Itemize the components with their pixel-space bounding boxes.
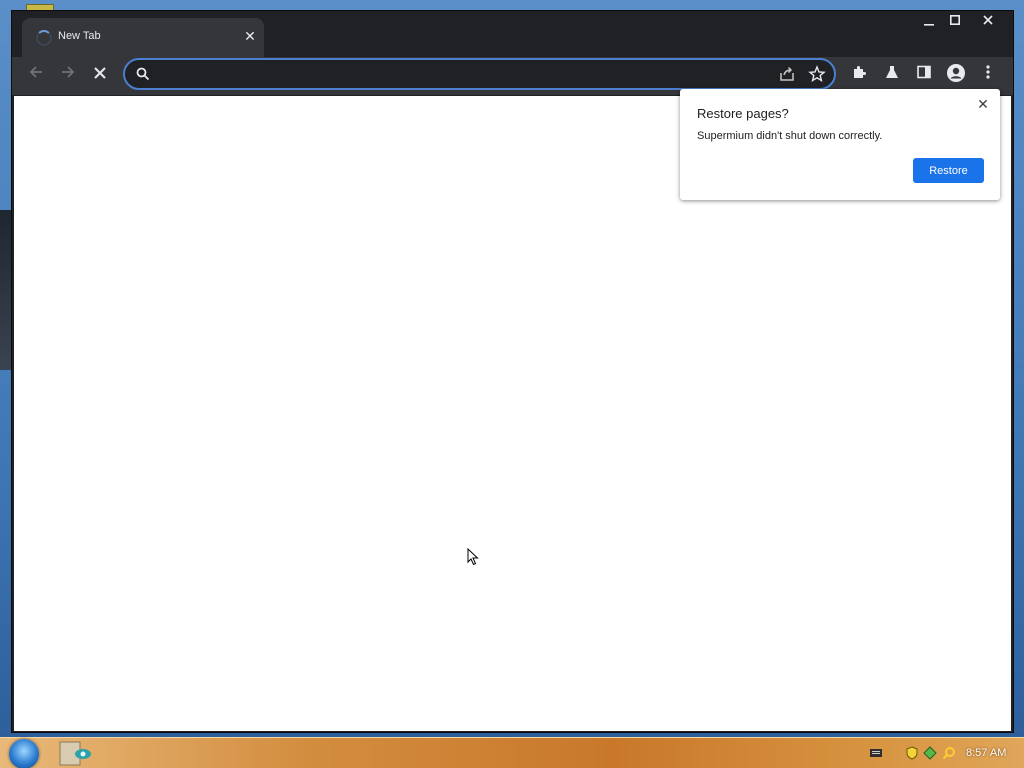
side-panel-button[interactable] — [911, 63, 937, 89]
forward-button[interactable] — [55, 63, 81, 89]
back-icon — [29, 66, 42, 78]
start-orb-icon[interactable] — [9, 739, 39, 768]
menu-button[interactable] — [975, 63, 1001, 89]
extensions-button[interactable] — [847, 63, 873, 89]
search-tray-icon[interactable] — [942, 746, 956, 760]
extensions-puzzle-icon — [854, 66, 866, 78]
close-window-button[interactable] — [974, 11, 1002, 31]
restore-pages-bubble: Restore pages? Supermium didn't shut dow… — [680, 89, 1000, 200]
tab-title: New Tab — [58, 30, 101, 42]
share-icon[interactable] — [778, 65, 796, 83]
title-bar: New Tab ✕ — [12, 11, 1013, 57]
taskbar: 8:57 AM — [0, 737, 1024, 768]
minimize-button[interactable] — [915, 11, 943, 31]
bubble-message: Supermium didn't shut down correctly. — [697, 130, 883, 142]
labs-flask-icon — [886, 66, 898, 78]
security-shield-tray-icon[interactable] — [905, 746, 919, 760]
stop-loading-icon — [94, 67, 106, 79]
tab-new-tab[interactable]: New Tab ✕ — [22, 18, 264, 57]
profile-button[interactable] — [943, 63, 969, 89]
restore-button[interactable]: Restore — [913, 158, 984, 183]
forward-icon — [62, 66, 75, 78]
close-icon — [983, 15, 993, 25]
tab-loading-spinner-icon — [36, 30, 52, 46]
profile-avatar-icon — [947, 64, 965, 82]
mouse-cursor-icon — [467, 548, 479, 566]
address-bar[interactable] — [123, 58, 836, 90]
taskbar-app-button[interactable] — [59, 740, 93, 767]
taskbar-app-icon — [59, 741, 91, 766]
bubble-close-icon[interactable]: ✕ — [974, 95, 992, 113]
network-tray-icon[interactable] — [923, 746, 937, 760]
bubble-title: Restore pages? — [697, 106, 789, 121]
search-icon — [136, 67, 150, 81]
back-button[interactable] — [23, 63, 49, 89]
side-panel-icon — [917, 65, 931, 79]
maximize-icon — [950, 15, 960, 25]
taskbar-clock[interactable]: 8:57 AM — [966, 747, 1006, 759]
menu-kebab-icon — [986, 65, 990, 79]
tab-close-icon[interactable]: ✕ — [240, 26, 260, 46]
stop-loading-button[interactable] — [87, 63, 113, 89]
minimize-icon — [924, 24, 934, 26]
address-input[interactable] — [161, 64, 765, 86]
labs-button[interactable] — [879, 63, 905, 89]
bookmark-star-icon[interactable] — [808, 65, 826, 83]
maximize-button[interactable] — [941, 11, 969, 31]
keyboard-tray-icon[interactable] — [869, 746, 883, 760]
